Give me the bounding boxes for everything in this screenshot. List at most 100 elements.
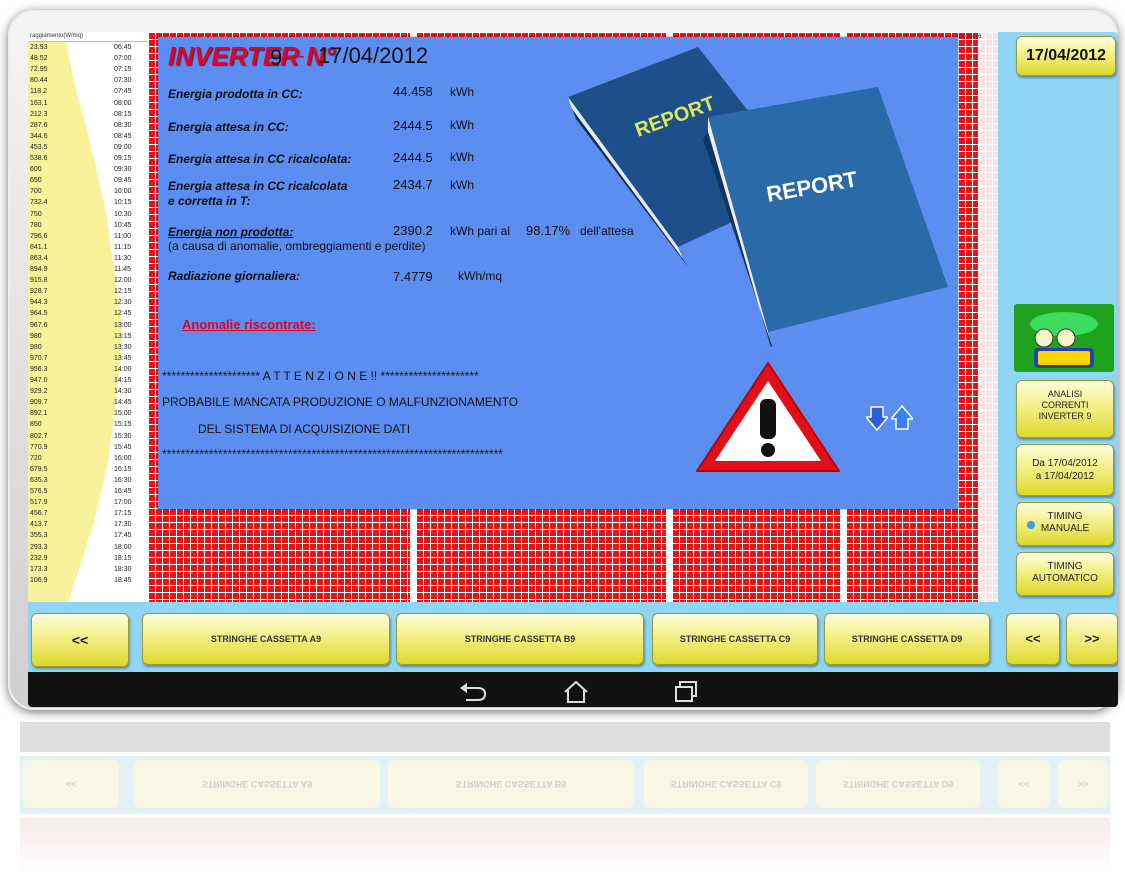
time-value: 10:00	[114, 188, 132, 196]
time-value: 10:15	[114, 199, 132, 207]
energia-attesa-value: 2444.5	[393, 118, 433, 133]
irradiation-value: 850	[30, 421, 42, 429]
time-value: 12:15	[114, 288, 132, 296]
analisi-line-2: CORRENTI	[1041, 400, 1089, 410]
period-button[interactable]: Da 17/04/2012 a 17/04/2012	[1016, 444, 1114, 496]
time-value: 08:45	[114, 132, 132, 140]
irradiation-row: 163.1 08:00	[28, 99, 152, 108]
irradiation-row: 635.3 16:30	[28, 476, 152, 485]
time-value: 11:45	[114, 266, 131, 273]
analisi-correnti-button[interactable]: ANALISI CORRENTI INVERTER 9	[1016, 380, 1114, 438]
energia-prodotta-unit: kWh	[450, 85, 474, 99]
stringhe-cassetta-d9-button[interactable]: STRINGHE CASSETTA D9	[824, 613, 990, 665]
time-value: 14:00	[114, 365, 132, 373]
irradiation-value: 700	[30, 188, 42, 196]
time-value: 16:30	[114, 476, 132, 484]
irradiation-value: 980	[30, 332, 42, 340]
irradiation-value: 796.6	[30, 232, 48, 240]
irradiation-row: 456.7 17:15	[28, 509, 152, 518]
time-value: 09:45	[114, 177, 132, 185]
arrow-down-icon[interactable]	[866, 405, 888, 431]
irradiation-value: 863.4	[30, 254, 48, 262]
time-value: 15:45	[114, 443, 132, 451]
irradiation-row: 967.6 13:00	[28, 321, 152, 330]
irradiation-value: 212.3	[30, 110, 48, 118]
irradiation-value: 635.3	[30, 476, 48, 484]
irradiation-value: 232.9	[30, 554, 48, 562]
irradiation-row: 928.7 12:15	[28, 287, 152, 296]
stringhe-cassetta-a9-button[interactable]: STRINGHE CASSETTA A9	[142, 613, 390, 665]
irradiation-value: 944.3	[30, 299, 48, 307]
irradiation-row: 970.7 13:45	[28, 354, 152, 363]
time-value: 09:15	[114, 155, 132, 162]
prev-button[interactable]: <<	[1006, 613, 1060, 665]
energia-attesa-unit: kWh	[450, 118, 474, 132]
report-cartoon-icon[interactable]	[1014, 304, 1114, 372]
energia-ricalcolata-label: Energia attesa in CC ricalcolata:	[168, 152, 352, 166]
time-value: 08:15	[114, 110, 132, 118]
timing-automatico-button[interactable]: TIMING AUTOMATICO	[1016, 552, 1114, 596]
irradiation-value: 72.95	[30, 66, 48, 74]
screen-reflection: << STRINGHE CASSETTA A9 STRINGHE CASSETT…	[20, 722, 1110, 872]
time-value: 15:30	[114, 432, 132, 440]
arrow-up-icon[interactable]	[891, 405, 913, 431]
energia-non-prodotta-unit: kWh pari al	[450, 224, 511, 238]
time-value: 14:30	[114, 388, 132, 396]
anomalie-label: Anomalie riscontrate:	[182, 317, 316, 332]
irradiation-value: 453.5	[30, 143, 48, 151]
next-button[interactable]: >>	[1066, 613, 1118, 665]
irradiation-row: 850 15:15	[28, 420, 152, 429]
irradiation-row: 750 10:30	[28, 210, 152, 219]
irradiation-value: 770.9	[30, 443, 48, 451]
reflection-b9: STRINGHE CASSETTA B9	[388, 760, 634, 808]
energia-non-prodotta-label: Energia non prodotta:	[168, 225, 294, 239]
home-nav-icon[interactable]	[561, 680, 591, 704]
time-value: 08:30	[114, 121, 132, 129]
time-value: 07:00	[114, 55, 132, 63]
irradiation-value: 679.5	[30, 465, 48, 473]
irradiation-value: 600	[30, 166, 42, 174]
timing-manuale-button[interactable]: TIMING MANUALE	[1016, 502, 1114, 546]
back-nav-icon[interactable]	[458, 680, 488, 702]
grid-hour-header: 14 15 16	[958, 34, 982, 40]
irradiation-row: 517.9 17:00	[28, 498, 152, 507]
date-button[interactable]: 17/04/2012	[1016, 36, 1116, 76]
irradiation-value: 970.7	[30, 354, 48, 362]
irradiation-value: 48.52	[30, 55, 48, 63]
android-nav-bar	[28, 672, 1118, 707]
reflection-next: >>	[1058, 760, 1108, 808]
irradiation-row: 780 10:45	[28, 221, 152, 230]
stringhe-cassetta-b9-button[interactable]: STRINGHE CASSETTA B9	[396, 613, 644, 665]
irradiation-value: 802.7	[30, 432, 48, 440]
stringhe-cassetta-c9-button[interactable]: STRINGHE CASSETTA C9	[652, 613, 818, 665]
radiazione-value: 7.4779	[393, 269, 433, 284]
time-value: 09:30	[114, 166, 132, 174]
irradiation-row: 802.7 15:30	[28, 432, 152, 441]
irradiation-value: 163.1	[30, 99, 48, 107]
irradiation-value: 538.6	[30, 155, 48, 162]
back-button[interactable]: <<	[31, 613, 129, 667]
irradiation-row: 355.3 17:45	[28, 531, 152, 540]
reflection-back: <<	[23, 760, 119, 808]
time-value: 11:00	[114, 232, 131, 240]
irradiation-column: raggiamento(W/mq) 23.93 06:45 48.52 07:00 72…	[28, 32, 152, 602]
time-value: 13:45	[114, 354, 132, 362]
irradiation-value: 967.6	[30, 321, 48, 329]
attenzione-banner: ********************* A T T E N Z I O N …	[162, 369, 479, 383]
irradiation-value: 355.3	[30, 532, 48, 540]
recent-apps-nav-icon[interactable]	[673, 680, 699, 704]
irradiation-value: 118.2	[30, 88, 47, 96]
irradiation-row: 232.9 18:15	[28, 554, 152, 563]
irradiation-value: 456.7	[30, 510, 48, 518]
irradiation-row: 980 13:15	[28, 332, 152, 341]
time-value: 11:15	[114, 243, 131, 251]
irradiation-row: 173.3 18:30	[28, 565, 152, 574]
irradiation-value: 956.3	[30, 365, 48, 373]
irradiation-value: 650	[30, 177, 42, 185]
time-value: 18:15	[114, 554, 132, 562]
irradiation-value: 344.6	[30, 132, 48, 140]
irradiation-value: 947.0	[30, 377, 48, 384]
irradiation-value: 980	[30, 343, 42, 351]
irradiation-value: 928.7	[30, 288, 48, 296]
energia-corretta-unit: kWh	[450, 178, 474, 192]
